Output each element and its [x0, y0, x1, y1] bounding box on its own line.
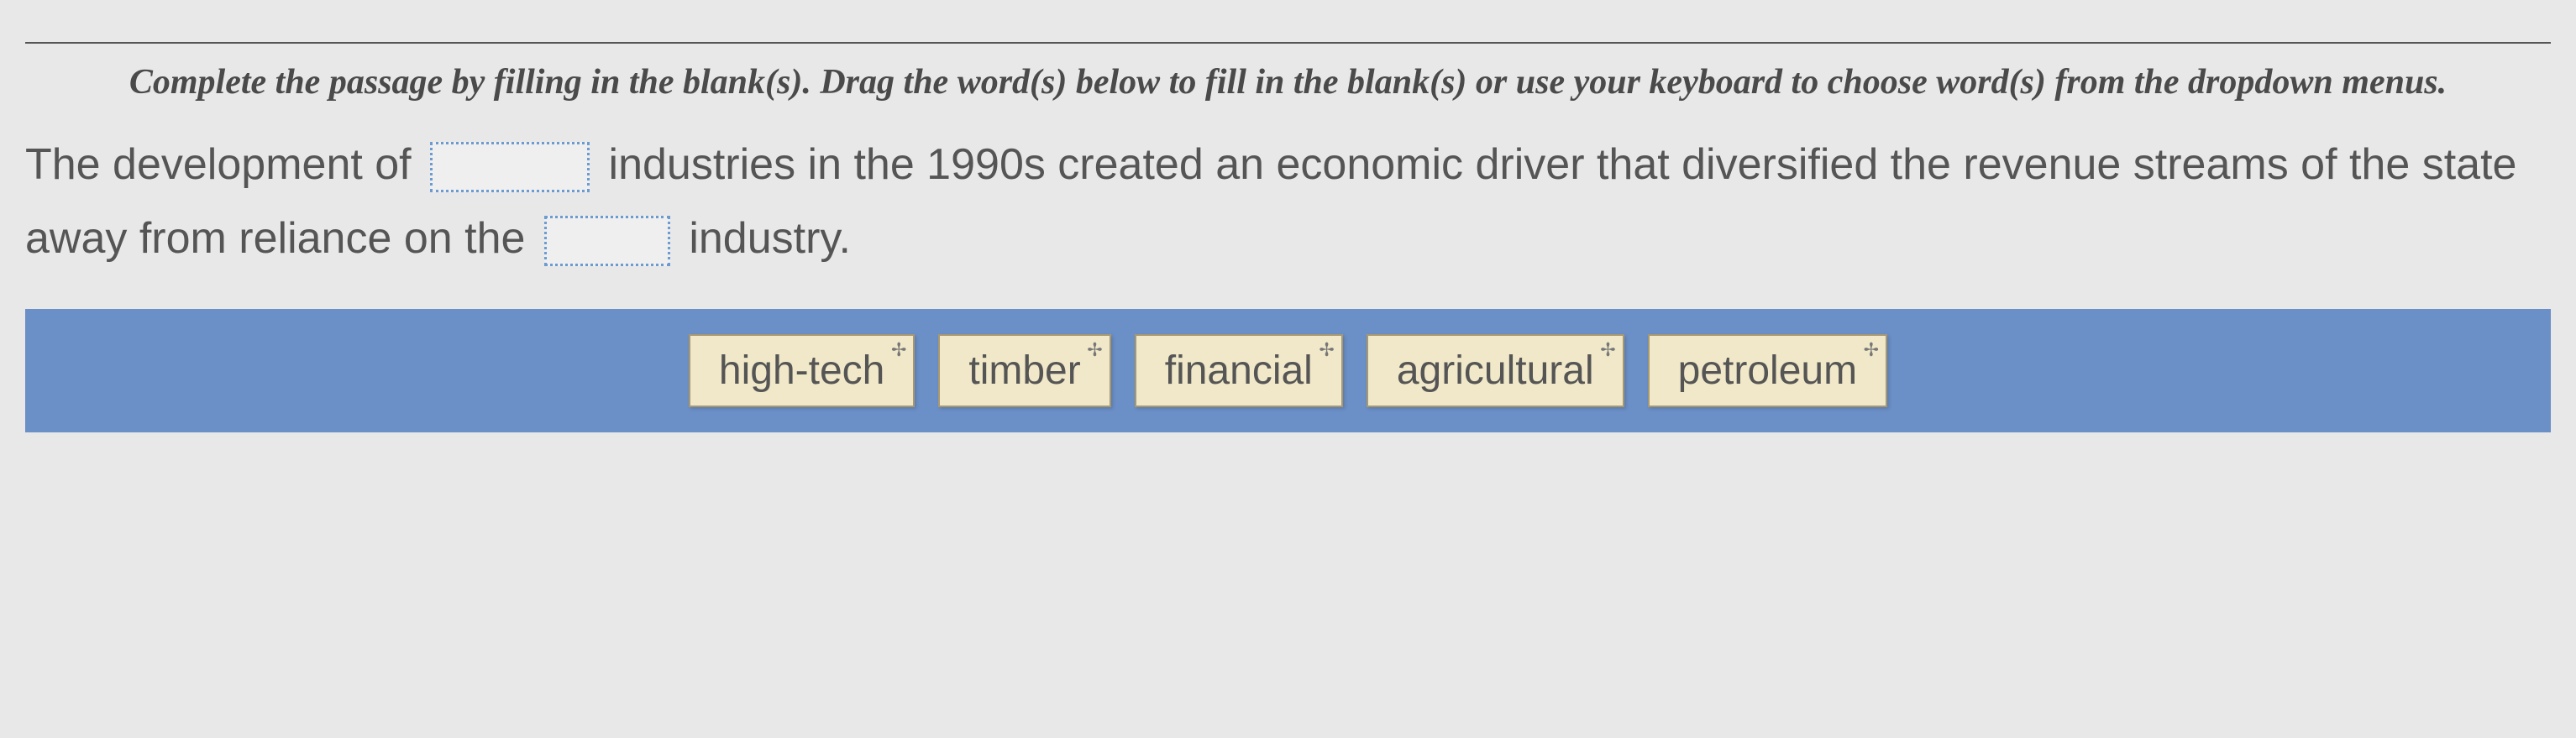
- word-bank: high-tech timber financial agricultural …: [25, 309, 2551, 432]
- passage-part-1: The development of: [25, 140, 412, 189]
- word-tile-high-tech[interactable]: high-tech: [689, 334, 915, 407]
- word-tile-agricultural[interactable]: agricultural: [1367, 334, 1624, 407]
- passage-part-3: industry.: [689, 214, 851, 263]
- blank-dropzone-2[interactable]: [544, 216, 670, 266]
- word-tile-timber[interactable]: timber: [938, 334, 1110, 407]
- word-tile-financial[interactable]: financial: [1135, 334, 1343, 407]
- divider: [25, 42, 2551, 44]
- question-container: Complete the passage by filling in the b…: [0, 42, 2576, 432]
- word-tile-petroleum[interactable]: petroleum: [1648, 334, 1887, 407]
- passage-text: The development of industries in the 199…: [25, 128, 2551, 276]
- blank-dropzone-1[interactable]: [430, 142, 590, 192]
- instructions-text: Complete the passage by filling in the b…: [25, 59, 2551, 128]
